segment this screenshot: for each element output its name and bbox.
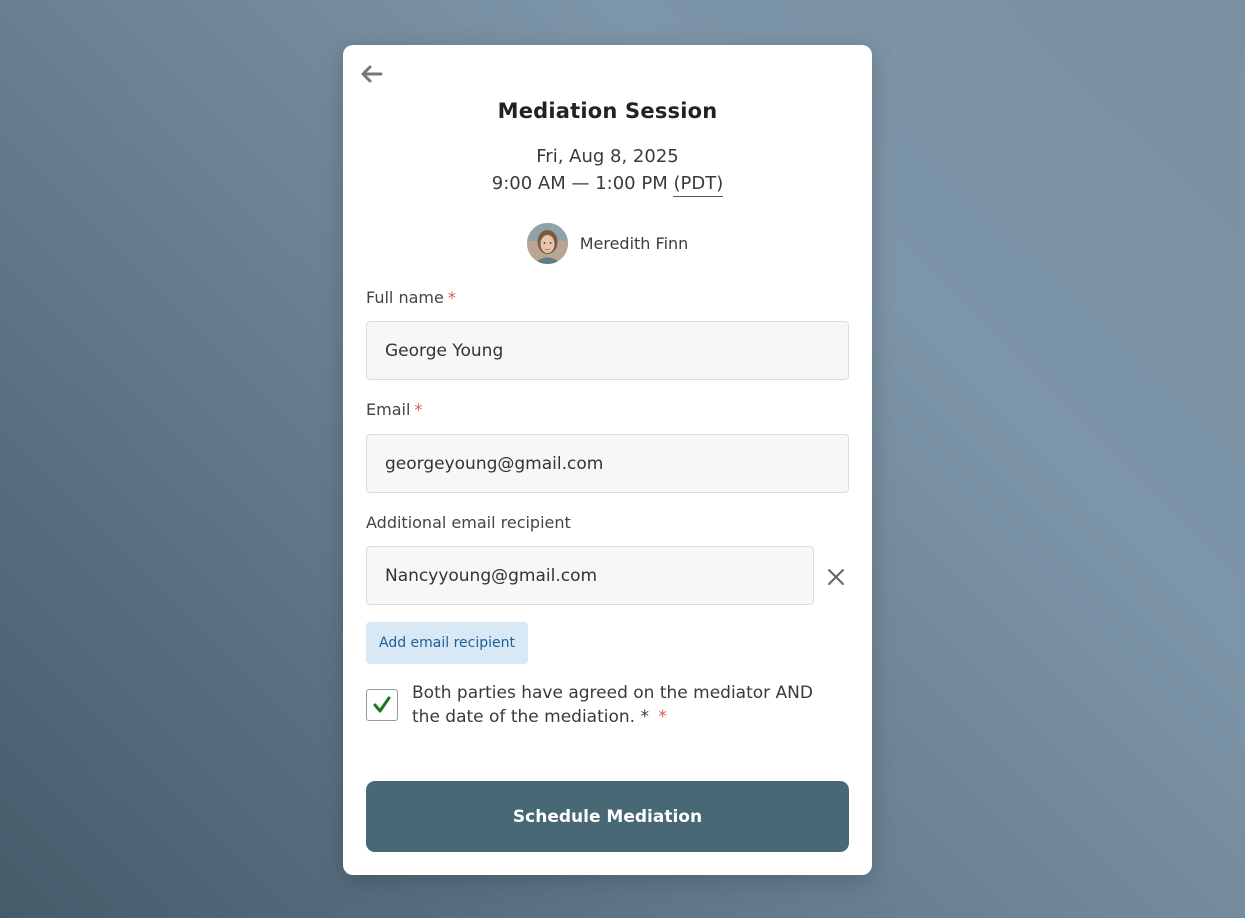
avatar	[526, 223, 568, 264]
required-indicator: *	[658, 707, 667, 727]
consent-text-body: Both parties have agreed on the mediator…	[412, 683, 813, 727]
checkmark-icon	[373, 696, 391, 713]
page-title: Mediation Session	[497, 99, 718, 123]
email-field[interactable]: georgeyoung@gmail.com	[366, 434, 849, 493]
close-icon	[828, 569, 844, 585]
add-email-recipient-button[interactable]: Add email recipient	[366, 622, 528, 664]
event-date: Fri, Aug 8, 2025	[536, 146, 679, 167]
full-name-label-text: Full name	[366, 288, 444, 307]
email-label-text: Email	[366, 400, 411, 419]
back-button[interactable]	[359, 63, 385, 85]
consent-text: Both parties have agreed on the mediator…	[412, 681, 842, 729]
additional-recipient-label: Additional email recipient	[366, 513, 571, 532]
remove-recipient-button[interactable]	[824, 565, 848, 589]
email-label: Email *	[366, 400, 422, 419]
full-name-label: Full name *	[366, 288, 456, 307]
host-info: Meredith Finn	[343, 223, 872, 264]
additional-recipient-field[interactable]: Nancyyoung@gmail.com	[366, 546, 814, 605]
arrow-left-icon	[361, 65, 383, 83]
full-name-field[interactable]: George Young	[366, 321, 849, 380]
consent-checkbox[interactable]	[366, 689, 398, 721]
booking-card: Mediation Session Fri, Aug 8, 2025 9:00 …	[343, 45, 872, 875]
required-indicator: *	[414, 400, 423, 419]
required-indicator: *	[447, 288, 456, 307]
event-time-range: 9:00 AM — 1:00 PM	[491, 173, 668, 194]
event-time: 9:00 AM — 1:00 PM (PDT)	[343, 173, 872, 197]
timezone-selector[interactable]: (PDT)	[673, 173, 724, 197]
host-name: Meredith Finn	[579, 234, 689, 253]
schedule-mediation-button[interactable]: Schedule Mediation	[366, 781, 849, 852]
